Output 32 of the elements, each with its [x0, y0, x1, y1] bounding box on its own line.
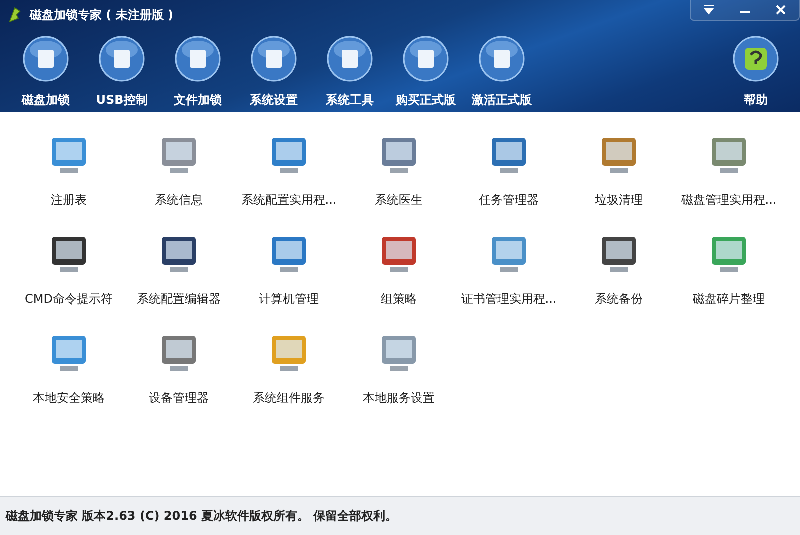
app-logo-icon — [8, 6, 22, 24]
window-title: 磁盘加锁专家 ( 未注册版 ) — [30, 6, 174, 24]
tool-shortcut[interactable]: 垃圾清理 — [564, 132, 674, 209]
tool-shortcut[interactable]: 本地服务设置 — [344, 330, 454, 407]
tool-shortcut[interactable]: 本地安全策略 — [14, 330, 124, 407]
tool-shortcut[interactable]: 系统组件服务 — [234, 330, 344, 407]
toolbar-button[interactable]: 磁盘加锁 — [8, 30, 84, 109]
tool-shortcut[interactable]: 磁盘碎片整理 — [674, 231, 784, 308]
tool-shortcut[interactable]: 组策略 — [344, 231, 454, 308]
tool-shortcut[interactable]: 注册表 — [14, 132, 124, 209]
tool-shortcut[interactable]: 设备管理器 — [124, 330, 234, 407]
tool-shortcut[interactable]: CMD命令提示符 — [14, 231, 124, 308]
toolbar-button[interactable]: 系统设置 — [236, 30, 312, 109]
toolbar-button[interactable]: USB控制 — [84, 30, 160, 109]
tool-shortcut[interactable]: 系统配置编辑器 — [124, 231, 234, 308]
toolbar-button[interactable]: 激活正式版 — [464, 30, 540, 109]
tool-shortcut[interactable]: 系统备份 — [564, 231, 674, 308]
help-button[interactable]: 帮助 — [718, 30, 794, 109]
tool-shortcut[interactable]: 证书管理实用程... — [454, 231, 564, 308]
toolbar-button[interactable]: 系统工具 — [312, 30, 388, 109]
tool-shortcut[interactable]: 系统信息 — [124, 132, 234, 209]
question-mark-icon — [733, 36, 779, 82]
dropdown-icon — [703, 5, 715, 15]
close-icon — [775, 4, 787, 16]
toolbar-button[interactable]: 购买正式版 — [388, 30, 464, 109]
status-text: 磁盘加锁专家 版本2.63 (C) 2016 夏冰软件版权所有。 保留全部权利。 — [0, 496, 800, 535]
tool-shortcut[interactable]: 任务管理器 — [454, 132, 564, 209]
tool-shortcut[interactable]: 计算机管理 — [234, 231, 344, 308]
tool-shortcut[interactable]: 系统配置实用程... — [234, 132, 344, 209]
tool-shortcut[interactable]: 系统医生 — [344, 132, 454, 209]
tool-shortcut[interactable]: 磁盘管理实用程... — [674, 132, 784, 209]
toolbar-button[interactable]: 文件加锁 — [160, 30, 236, 109]
